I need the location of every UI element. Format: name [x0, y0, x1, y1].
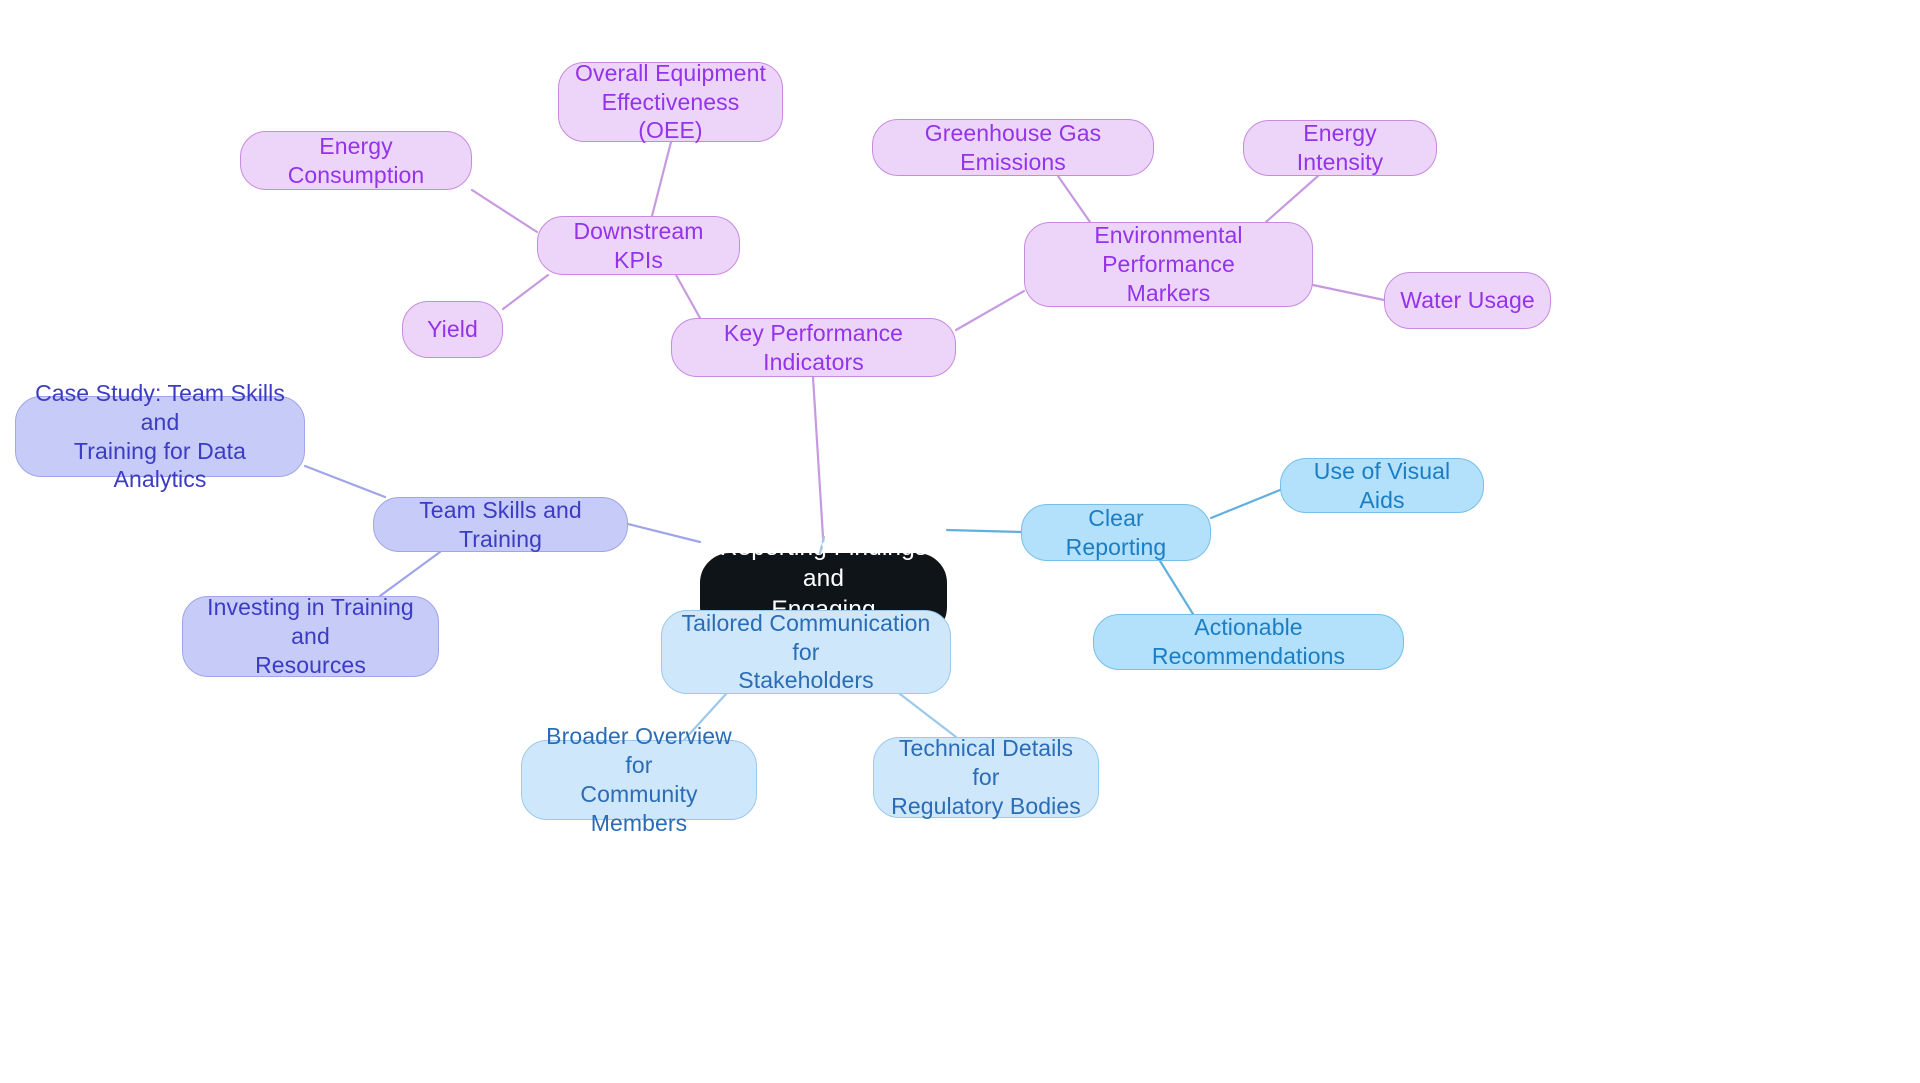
edge-team-skills-and-training-to-case-study-team-skills — [303, 464, 387, 499]
node-energy-consumption[interactable]: Energy Consumption — [240, 131, 472, 190]
edge-clear-reporting-to-actionable-recommendations — [1158, 559, 1195, 616]
node-label: Downstream KPIs — [573, 217, 704, 273]
node-energy-intensity[interactable]: Energy Intensity — [1243, 120, 1437, 176]
node-technical-details-for-regulatory-bodies[interactable]: Technical Details for Regulatory Bodies — [873, 735, 1099, 819]
edge-kpi-to-downstream-kpis — [674, 273, 702, 320]
node-actionable-recommendations[interactable]: Actionable Recommendations — [1093, 614, 1404, 670]
edge-root-to-kpi — [811, 375, 826, 555]
node-label: Technical Details for Regulatory Bodies — [891, 735, 1081, 819]
node-label: Team Skills and Training — [419, 496, 582, 552]
node-use-of-visual-aids[interactable]: Use of Visual Aids — [1280, 458, 1484, 513]
node-label: Broader Overview for Community Members — [546, 723, 732, 836]
node-case-study-team-skills[interactable]: Case Study: Team Skills and Training for… — [15, 380, 305, 492]
edge-downstream-kpis-to-yield — [501, 273, 550, 311]
node-label: Energy Intensity — [1296, 120, 1384, 175]
node-water-usage[interactable]: Water Usage — [1384, 272, 1551, 329]
node-environmental-performance-markers[interactable]: Environmental Performance Markers — [1024, 222, 1313, 307]
edge-root-to-team-skills-and-training — [626, 522, 702, 544]
node-greenhouse-gas-emissions[interactable]: Greenhouse Gas Emissions — [872, 119, 1154, 176]
edge-root-to-clear-reporting — [945, 528, 1023, 534]
node-label: Yield — [427, 316, 478, 343]
node-downstream-kpis[interactable]: Downstream KPIs — [537, 216, 740, 275]
node-label: Actionable Recommendations — [1151, 614, 1346, 669]
node-label: Tailored Communication for Stakeholders — [681, 609, 931, 694]
node-tailored-communication[interactable]: Tailored Communication for Stakeholders — [661, 610, 951, 694]
edge-environmental-performance-markers-to-water-usage — [1311, 283, 1386, 302]
node-oee[interactable]: Overall Equipment Effectiveness (OEE) — [558, 60, 783, 143]
node-kpi[interactable]: Key Performance Indicators — [671, 318, 956, 377]
node-yield[interactable]: Yield — [402, 301, 503, 358]
edge-downstream-kpis-to-oee — [650, 140, 673, 218]
node-label: Water Usage — [1400, 287, 1535, 314]
node-investing-in-training-and-resources[interactable]: Investing in Training and Resources — [182, 594, 439, 678]
node-label: Energy Consumption — [287, 132, 425, 188]
node-label: Use of Visual Aids — [1313, 457, 1451, 513]
edge-clear-reporting-to-use-of-visual-aids — [1209, 488, 1282, 520]
node-broader-overview-for-community-members[interactable]: Broader Overview for Community Members — [521, 723, 757, 836]
edge-kpi-to-environmental-performance-markers — [954, 289, 1026, 332]
edge-team-skills-and-training-to-investing-in-training-and-resources — [378, 550, 442, 598]
node-label: Investing in Training and Resources — [207, 594, 414, 678]
node-label: Clear Reporting — [1065, 504, 1167, 560]
edge-environmental-performance-markers-to-energy-intensity — [1264, 174, 1320, 224]
node-label: Greenhouse Gas Emissions — [924, 119, 1102, 175]
mindmap-canvas: Reporting Findings and Engaging Stakehol… — [0, 0, 1920, 1083]
node-clear-reporting[interactable]: Clear Reporting — [1021, 504, 1211, 561]
node-label: Overall Equipment Effectiveness (OEE) — [575, 59, 766, 144]
node-label: Case Study: Team Skills and Training for… — [35, 379, 285, 493]
node-label: Environmental Performance Markers — [1094, 222, 1243, 306]
edge-downstream-kpis-to-energy-consumption — [470, 188, 539, 234]
edge-environmental-performance-markers-to-greenhouse-gas-emissions — [1056, 174, 1092, 224]
node-label: Key Performance Indicators — [723, 319, 904, 375]
edge-tailored-communication-to-technical-details-for-regulatory-bodies — [898, 692, 958, 739]
node-team-skills-and-training[interactable]: Team Skills and Training — [373, 497, 628, 552]
